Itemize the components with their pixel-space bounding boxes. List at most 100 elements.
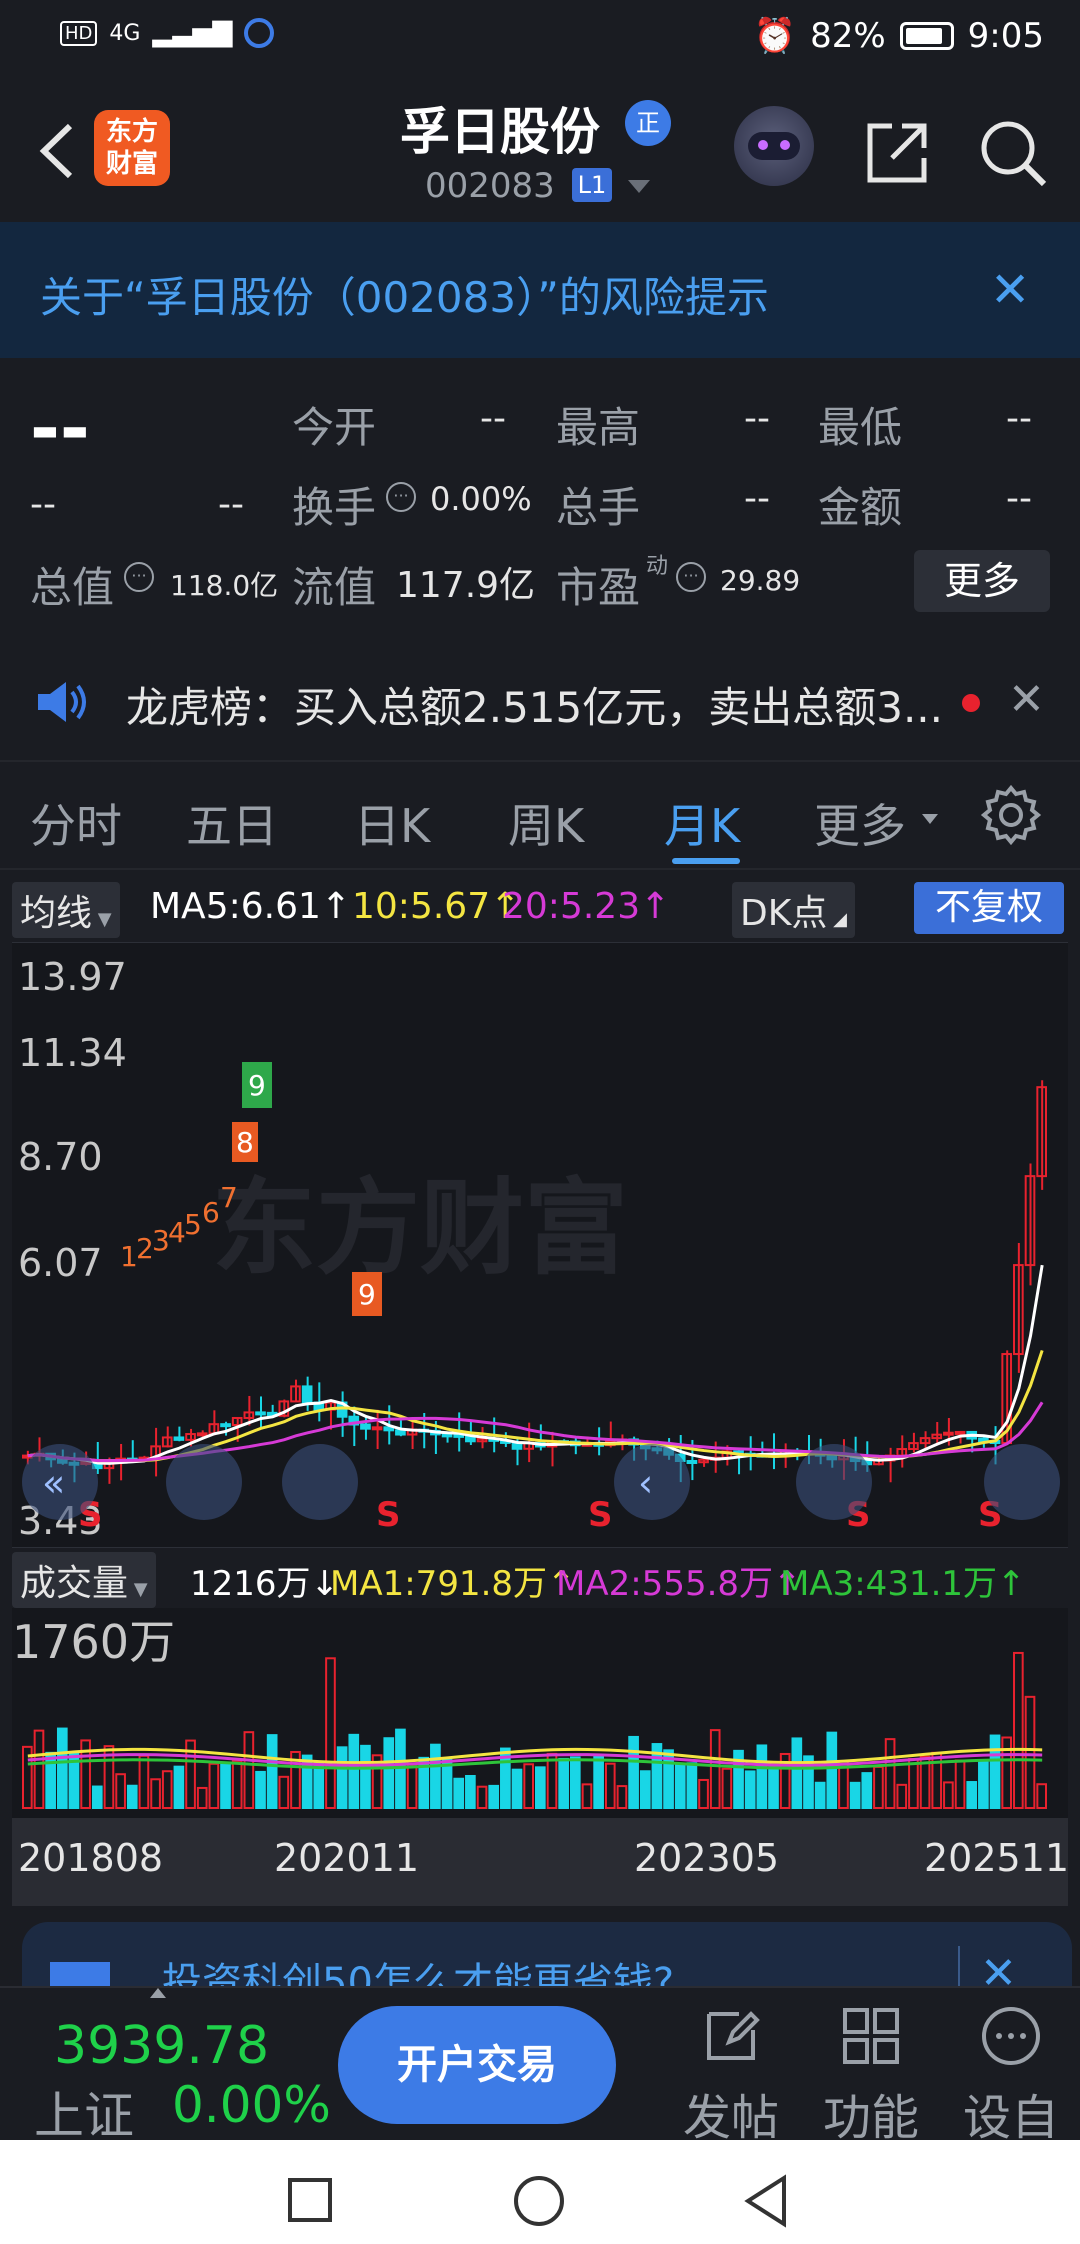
gear-icon[interactable] (980, 784, 1042, 846)
news-ticker[interactable]: 龙虎榜：买入总额2.515亿元，卖出总额3... ✕ (0, 652, 1080, 752)
edit-icon (707, 2011, 760, 2060)
info-icon[interactable]: ··· (386, 482, 416, 512)
vol-ma1: MA1:791.8万↑ (330, 1564, 576, 1604)
news-text[interactable]: 龙虎榜：买入总额2.515亿元，卖出总额3... (126, 674, 943, 735)
level-badge[interactable]: L1 (572, 168, 612, 202)
ma-legend-row: 均线 ▼ MA5:6.61↑ 10:5.67↑ 20:5.23↑ DK点 ◢ 不… (0, 880, 1080, 938)
seq-label: 2 (136, 1232, 154, 1265)
high-value: -- (744, 398, 770, 439)
volume-bar (674, 1764, 686, 1809)
candle (301, 1385, 313, 1404)
float-value: 117.9亿 (396, 565, 536, 606)
watermark: 东方财富 (212, 1167, 628, 1289)
index-name[interactable]: 上证 (34, 2076, 134, 2148)
volume-bar (628, 1735, 639, 1809)
quote-panel: -- -- -- 今开 -- 最高 -- 最低 -- 换手 ··· 0.00% … (0, 358, 1080, 634)
scroll-right-icon[interactable] (796, 1444, 872, 1520)
seq-label: 1 (120, 1240, 138, 1273)
y-tick: 13.97 (18, 955, 127, 999)
ai-assistant-icon[interactable] (734, 106, 814, 186)
network-label: 4G (109, 20, 141, 46)
close-icon[interactable]: ✕ (990, 262, 1030, 318)
index-change-pct[interactable]: 0.00% (172, 2076, 331, 2134)
chevron-down-icon: ▼ (92, 909, 112, 930)
home-icon[interactable] (514, 2176, 564, 2226)
volume-chart[interactable]: 1760万 (12, 1608, 1068, 1818)
mktcap-value: 118.0亿 (170, 569, 279, 602)
volume-bar (220, 1762, 231, 1810)
candlestick-chart[interactable]: 东方财富 13.97 11.34 8.70 6.07 3.43 9 8 7 6 … (12, 942, 1068, 1548)
zoom-in-icon[interactable] (282, 1444, 358, 1520)
stock-code: 002083 (425, 166, 555, 206)
seq-label: 9 (358, 1278, 376, 1311)
price-change-pct: -- (218, 484, 244, 525)
tab-more[interactable]: 更多 (814, 790, 906, 856)
pe-sup: 动 (646, 554, 669, 579)
vol-ma2: MA2:555.8万↑ (556, 1564, 802, 1604)
volume-bar (453, 1777, 465, 1809)
vol-ma3: MA3:431.1万↑ (780, 1564, 1026, 1604)
search-icon[interactable] (976, 116, 1050, 190)
post-button[interactable]: 发帖 (676, 2004, 786, 2148)
battery-icon (899, 22, 954, 50)
no-adjust-button[interactable]: 不复权 (914, 882, 1064, 934)
seq-label: 9 (248, 1069, 266, 1102)
back-arrow-icon[interactable] (28, 116, 88, 186)
more-button[interactable]: 更多 (914, 550, 1050, 612)
chevron-left-glyph: ‹ (638, 1461, 653, 1505)
risk-banner-text[interactable]: 关于“孚日股份（002083）”的风险提示 (40, 264, 769, 325)
volume-bar (465, 1774, 476, 1809)
chevron-down-icon[interactable] (922, 814, 938, 824)
float-label: 流值 (292, 563, 377, 612)
x-tick: 201808 (18, 1836, 164, 1880)
info-icon[interactable]: ··· (676, 562, 706, 592)
y-tick: 11.34 (18, 1031, 127, 1075)
chevron-up-icon[interactable] (150, 1988, 166, 1998)
volume-bar (535, 1766, 546, 1809)
recents-icon[interactable] (288, 2178, 332, 2222)
custom-button[interactable]: 设自 (956, 2004, 1066, 2148)
info-icon[interactable]: ··· (124, 562, 154, 592)
zoom-out-icon[interactable] (166, 1444, 242, 1520)
risk-banner[interactable]: 关于“孚日股份（002083）”的风险提示 ✕ (0, 222, 1080, 358)
dk-point-selector[interactable]: DK点 ◢ (732, 882, 855, 938)
volume-bar (989, 1734, 1001, 1809)
volume-indicator-label: 成交量 (20, 1563, 129, 1604)
high-label: 最高 (556, 403, 641, 452)
speaker-icon (38, 682, 86, 722)
unread-dot (962, 694, 980, 712)
volume-label: 总手 (556, 483, 641, 532)
volume-bar (336, 1746, 348, 1810)
share-icon[interactable] (862, 118, 932, 188)
volume-bar (744, 1770, 756, 1810)
close-icon[interactable]: ✕ (1008, 674, 1045, 725)
tab-intraday[interactable]: 分时 (30, 790, 122, 856)
turnover-value: 0.00% (430, 480, 532, 518)
ma-selector[interactable]: 均线 ▼ (12, 882, 120, 938)
fullscreen-icon[interactable] (984, 1444, 1060, 1520)
tab-monthly-k[interactable]: 月K (664, 790, 740, 856)
candle (395, 1429, 406, 1436)
functions-button[interactable]: 功能 (816, 2004, 926, 2148)
post-label: 发帖 (682, 2090, 779, 2146)
y-tick: 6.07 (18, 1241, 103, 1285)
volume-max-label: 1760万 (12, 1615, 175, 1669)
back-nav-icon[interactable] (742, 2174, 790, 2228)
tab-weekly-k[interactable]: 周K (508, 790, 584, 856)
x-tick: 202511 (924, 1836, 1070, 1880)
amount-value: -- (1006, 478, 1032, 519)
app-screen: { "status_bar": { "battery": "82%", "tim… (0, 0, 1080, 2244)
dk-point-label: DK点 (740, 893, 828, 934)
bottom-bar: 3939.78 上证 0.00% 开户交易 发帖 功能 设自 (0, 1986, 1080, 2146)
seq-label: 8 (236, 1126, 254, 1159)
volume-bar (849, 1781, 861, 1809)
chevron-down-icon[interactable] (628, 180, 650, 193)
tab-daily-k[interactable]: 日K (354, 790, 430, 856)
volume-bar (756, 1744, 768, 1809)
candle (255, 1411, 266, 1416)
volume-indicator-selector[interactable]: 成交量 ▼ (12, 1552, 156, 1608)
index-value[interactable]: 3939.78 (54, 2016, 269, 2076)
open-account-trade-button[interactable]: 开户交易 (338, 2006, 616, 2124)
tab-five-day[interactable]: 五日 (186, 790, 278, 856)
sell-signal: S (376, 1495, 401, 1535)
